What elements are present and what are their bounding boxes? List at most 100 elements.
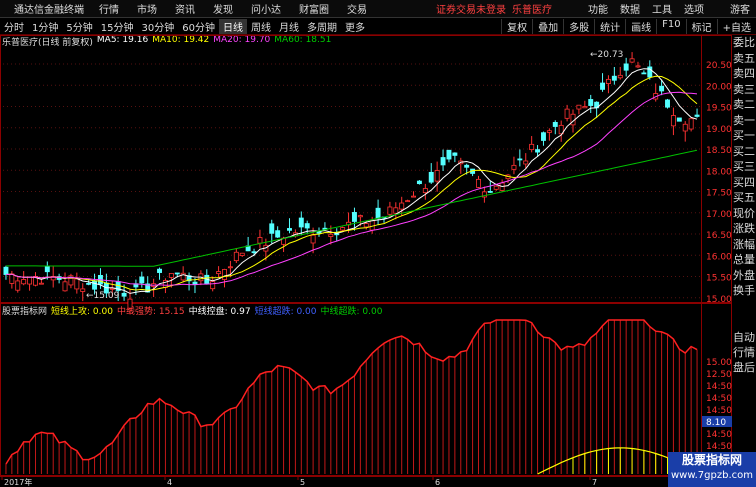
price-axis-label: 20.50 [706,61,732,71]
side-label-change: 涨跌 [733,222,755,235]
candle-body [641,72,647,75]
side-label-ask4: 卖四 [733,67,755,80]
candle-body [552,121,558,127]
candle-body [446,149,452,160]
candle-body [92,280,98,290]
side-label-ask1: 卖一 [733,113,755,127]
candle-body [74,278,80,290]
candle-body [38,282,44,285]
candle-body [121,292,127,297]
candle-body [582,106,588,109]
candle-body [340,227,346,231]
indicator-axis-label: 14:50 [706,406,732,416]
price-axis-label: 17.00 [706,210,732,220]
indicator-axis-label: 12.50 [706,370,732,380]
candle-body [15,280,21,291]
candle-body [393,207,399,214]
ma5-line [5,68,698,294]
candle-body [233,251,239,262]
candle-body [21,279,27,285]
candle-body [139,276,145,284]
kline-chart[interactable]: 20.50 20.00 19.50 19.00 18.50 18.00 17.50 17.00… [0,0,756,487]
price-axis-label: 16.00 [706,252,732,262]
time-axis-label: 5 [300,478,305,487]
candle-body [399,202,405,210]
candle-body [86,282,92,285]
candle-body [564,108,570,119]
quote-side-panel: 委比 卖五 卖四 卖三 卖二 卖一 买一 买二 买三 买四 买五 现价 涨跌 涨… [733,35,756,305]
candle-body [357,215,363,218]
candle-body [375,207,381,219]
candle-body [298,217,304,228]
side-label-bid4: 买四 [733,175,755,189]
candle-body [529,143,535,151]
candle-body [310,234,316,244]
candle-body [227,266,233,269]
candle-body [670,115,676,127]
indicator-axis-label: 14:50 [706,394,732,404]
candle-body [351,212,357,222]
price-axis-label: 17.50 [706,189,732,199]
candle-body [127,298,133,309]
side-label-bid2: 买二 [733,144,755,158]
side2-after[interactable]: 盘后 [733,360,756,375]
candle-body [694,114,700,117]
side-label-bid-ratio: 委比 [733,36,755,49]
candle-body [157,268,162,273]
candle-body [3,266,9,275]
side-label-turnover: 换手 [733,284,755,297]
side-panel-lower: 自动 行情 盘后 [733,330,756,375]
side-label-ask3: 卖三 [733,82,755,96]
candle-body [682,123,688,132]
candle-body [304,223,310,229]
candle-body [287,228,292,231]
candle-body [9,273,15,284]
candle-body [511,164,517,170]
candle-body [387,206,393,215]
candle-body [576,104,582,110]
ma20-line [5,91,698,286]
candle-body [405,200,411,203]
high-price-annotation: ←20.73 [590,50,623,60]
side2-auto[interactable]: 自动 [733,330,756,345]
price-axis-label: 20.00 [706,82,732,92]
candle-body [541,132,546,141]
candle-body [546,130,552,133]
candle-body [665,99,670,108]
side-label-ask5: 卖五 [733,51,755,65]
indicator-axis-label: 15.00 [706,358,732,368]
ma60-line [6,149,698,267]
low-price-annotation: ←15.09 [86,291,120,301]
candle-body [257,237,263,244]
candle-body [251,251,257,254]
candle-body [493,185,499,190]
indicator-axis-label: 14:50 [706,442,732,452]
watermark-logo: 股票指标网 www.7gpzb.com [668,452,756,487]
candle-body [27,276,33,285]
watermark-title: 股票指标网 [681,453,742,467]
indicator-axis-label: 14:50 [706,382,732,392]
candle-body [464,164,470,168]
candle-body [192,281,198,285]
candle-body [611,75,617,81]
candle-body [210,281,216,290]
candle-body [452,152,458,156]
side-label-ask2: 卖二 [733,98,755,111]
side-label-bid5: 买五 [733,191,755,204]
side-label-volume: 总量 [733,253,755,266]
candle-body [440,157,446,166]
time-axis-label: 7 [592,478,597,487]
price-axis-label: 15.50 [706,274,732,284]
side2-quote[interactable]: 行情 [733,345,756,360]
indicator-axis-label: 14:50 [706,430,732,440]
candle-body [334,233,340,236]
time-axis-label: 4 [167,478,172,487]
watermark-url: www.7gpzb.com [671,470,753,481]
candle-body [222,269,227,280]
candle-body [605,78,611,84]
candle-body [411,195,416,198]
candle-body [168,273,174,278]
time-axis-label: 2017年 [4,477,32,487]
candle-body [629,58,635,63]
candle-body [635,65,641,68]
